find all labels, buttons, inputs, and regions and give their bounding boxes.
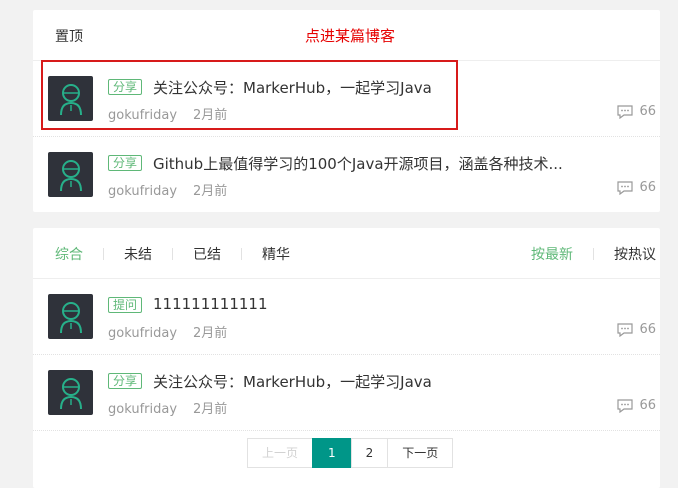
post-author[interactable]: gokufriday [108, 184, 177, 199]
sort-options: 按最新 按热议 [531, 244, 656, 264]
comment-count: 66 [617, 322, 656, 337]
next-page-button[interactable]: 下一页 [387, 438, 454, 468]
comment-icon [617, 180, 634, 195]
user-avatar-icon [59, 83, 82, 115]
post-author[interactable]: gokufriday [108, 402, 177, 417]
pinned-header: 置顶 点进某篇博客 [33, 10, 660, 61]
post-time: 2月前 [193, 108, 228, 123]
comment-icon [617, 322, 634, 337]
pinned-title: 置顶 [55, 29, 83, 45]
post-title[interactable]: 关注公众号：MarkerHub，一起学习Java [153, 371, 432, 392]
post-meta: gokufriday 2月前 [108, 398, 227, 417]
post-title[interactable]: Github上最值得学习的100个Java开源项目，涵盖各种技术... [153, 153, 563, 174]
sort-hot[interactable]: 按热议 [614, 244, 656, 264]
post-time: 2月前 [193, 184, 228, 199]
divider [241, 248, 242, 260]
category-badge: 提问 [108, 297, 143, 313]
comment-number: 66 [639, 104, 656, 119]
post-list-panel: 综合 未结 已结 精华 按最新 按热议 提问 111111111111 goku… [33, 228, 660, 488]
post-item[interactable]: 提问 111111111111 gokufriday 2月前 66 [33, 279, 660, 355]
prev-page-button[interactable]: 上一页 [247, 438, 314, 468]
user-avatar-icon [59, 301, 82, 333]
page-1-button[interactable]: 1 [312, 438, 352, 468]
user-avatar-icon [59, 159, 82, 191]
sort-latest[interactable]: 按最新 [531, 244, 573, 264]
pagination: 上一页 1 2 下一页 [247, 438, 454, 468]
filter-tabs: 综合 未结 已结 精华 [55, 244, 290, 264]
divider [593, 248, 594, 260]
category-badge: 分享 [108, 155, 143, 171]
tab-all[interactable]: 综合 [55, 244, 83, 264]
post-meta: gokufriday 2月前 [108, 322, 227, 341]
post-meta: gokufriday 2月前 [108, 180, 227, 199]
avatar[interactable] [48, 152, 93, 197]
pinned-panel: 置顶 点进某篇博客 分享 关注公众号：MarkerHub，一起学习Java go… [33, 10, 660, 212]
post-item[interactable]: 分享 关注公众号：MarkerHub，一起学习Java gokufriday 2月… [33, 61, 660, 137]
post-item[interactable]: 分享 Github上最值得学习的100个Java开源项目，涵盖各种技术... g… [33, 137, 660, 212]
divider [172, 248, 173, 260]
list-filter-bar: 综合 未结 已结 精华 按最新 按热议 [33, 228, 660, 279]
avatar[interactable] [48, 294, 93, 339]
comment-number: 66 [639, 180, 656, 195]
comment-count: 66 [617, 398, 656, 413]
annotation-text: 点进某篇博客 [305, 27, 396, 45]
user-avatar-icon [59, 377, 82, 409]
comment-number: 66 [639, 398, 656, 413]
tab-unsolved[interactable]: 未结 [124, 244, 152, 264]
page-2-button[interactable]: 2 [350, 438, 389, 468]
comment-count: 66 [617, 104, 656, 119]
post-author[interactable]: gokufriday [108, 326, 177, 341]
comment-icon [617, 104, 634, 119]
post-author[interactable]: gokufriday [108, 108, 177, 123]
post-item[interactable]: 分享 关注公众号：MarkerHub，一起学习Java gokufriday 2月… [33, 355, 660, 431]
comment-icon [617, 398, 634, 413]
post-time: 2月前 [193, 326, 228, 341]
avatar[interactable] [48, 370, 93, 415]
post-title[interactable]: 111111111111 [153, 295, 268, 313]
divider [103, 248, 104, 260]
tab-solved[interactable]: 已结 [193, 244, 221, 264]
tab-featured[interactable]: 精华 [262, 244, 290, 264]
post-title[interactable]: 关注公众号：MarkerHub，一起学习Java [153, 77, 432, 98]
comment-count: 66 [617, 180, 656, 195]
post-time: 2月前 [193, 402, 228, 417]
category-badge: 分享 [108, 373, 143, 389]
post-meta: gokufriday 2月前 [108, 104, 227, 123]
comment-number: 66 [639, 322, 656, 337]
avatar[interactable] [48, 76, 93, 121]
category-badge: 分享 [108, 79, 143, 95]
